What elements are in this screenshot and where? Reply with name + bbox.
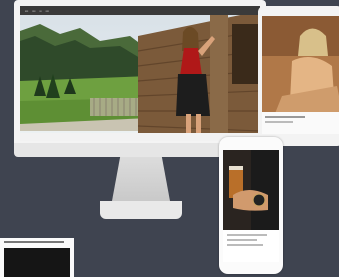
- window-title-bar: [4, 241, 64, 243]
- site-nav-bar: ▪▪▪ ▪▪▪ ▪▪ ▪▪▪: [20, 6, 260, 15]
- hero-photo: [20, 6, 260, 141]
- nav-link[interactable]: ▪▪▪: [46, 9, 49, 13]
- small-window-content: [4, 248, 70, 277]
- nav-link[interactable]: ▪▪▪: [25, 9, 28, 13]
- phone-caption: [227, 234, 275, 246]
- phone-photo: [223, 150, 279, 230]
- phone-screen: [223, 150, 279, 262]
- nav-link[interactable]: ▪▪▪: [32, 9, 35, 13]
- caption-line: [227, 239, 257, 241]
- caption-line: [227, 234, 267, 236]
- monitor-stand-base: [100, 201, 182, 219]
- monitor-stand-neck: [112, 157, 170, 201]
- nav-link[interactable]: ▪▪: [39, 9, 41, 13]
- tablet-screen: [262, 16, 339, 134]
- monitor-screen: ▪▪▪ ▪▪▪ ▪▪ ▪▪▪: [20, 6, 260, 141]
- caption-line: [227, 244, 263, 246]
- tablet-photo: [262, 16, 339, 134]
